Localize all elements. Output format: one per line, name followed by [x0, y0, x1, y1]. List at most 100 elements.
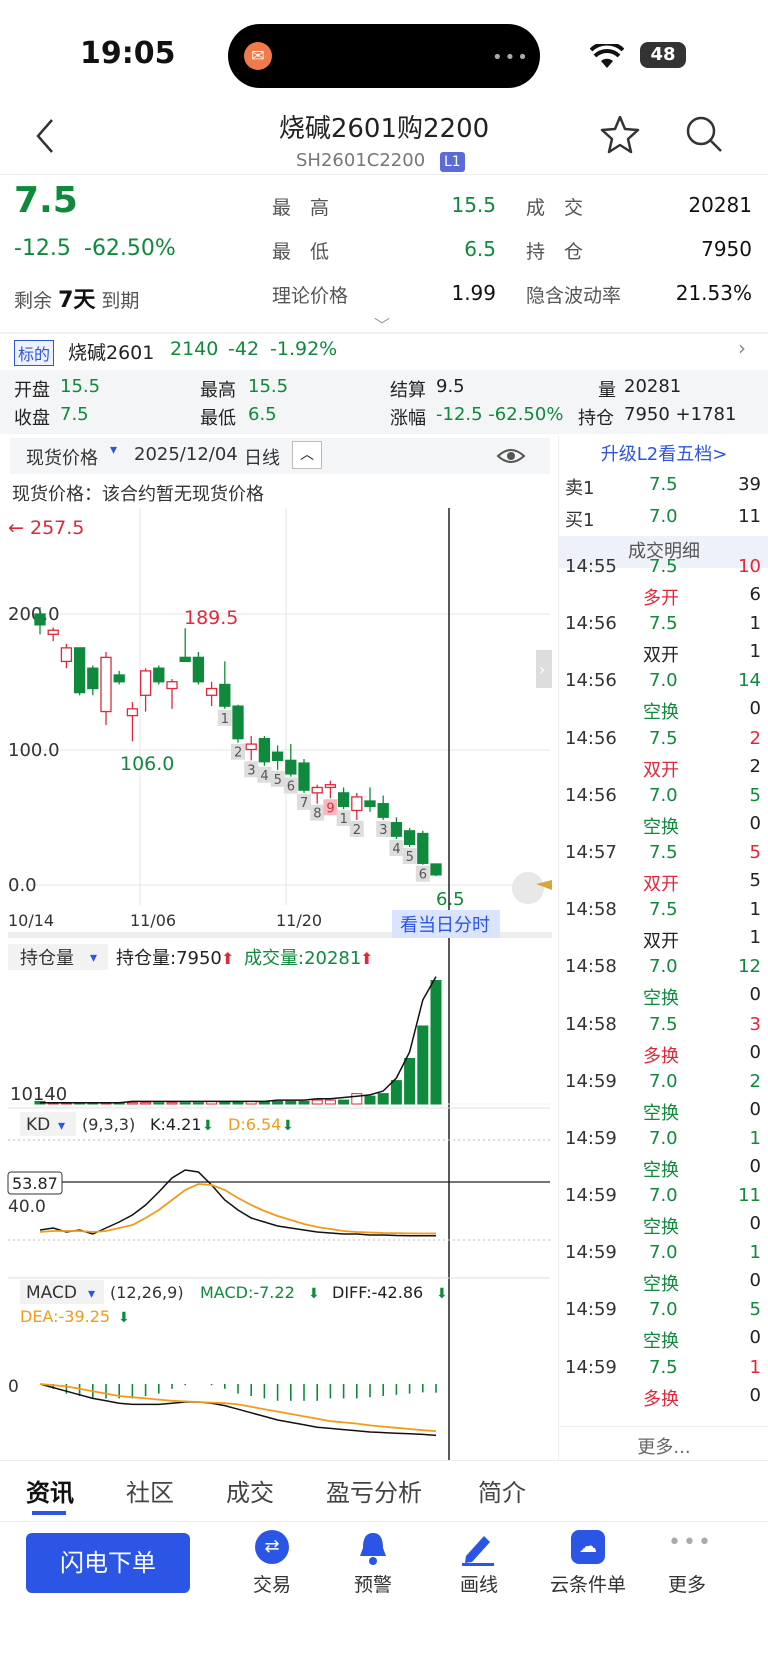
candle-body	[298, 762, 310, 791]
candle-body	[377, 803, 389, 818]
kd-d-line	[39, 1183, 437, 1235]
spot-select[interactable]: 现货价格	[26, 444, 98, 470]
bid-qty: 11	[738, 506, 761, 527]
trade-price: 7.5	[649, 841, 678, 863]
trade-time: 14:58	[565, 899, 617, 921]
page-title: 烧碱2601购2200	[278, 114, 490, 144]
more-trades-link[interactable]: 更多...	[559, 1426, 768, 1459]
upgrade-l2-link[interactable]: 升级L2看五档>	[559, 440, 768, 466]
trade-type: 双开	[643, 873, 679, 895]
y-tick-0: 0.0	[8, 875, 37, 896]
more-icon[interactable]: •••	[668, 1530, 713, 1555]
volume-bar	[430, 980, 442, 1105]
candle-body	[126, 708, 139, 717]
macd-params: (12,26,9)	[110, 1283, 184, 1302]
candle-body	[34, 613, 46, 626]
trade-qty: 1	[749, 899, 761, 921]
trade-list[interactable]: 14:55 7.5 10 多开 6 14:56 7.5 1 双开 1 14:56 7.0 14 空换 0 14…	[559, 554, 768, 1412]
draw-line-icon[interactable]	[460, 1530, 496, 1566]
candle-body	[179, 656, 191, 663]
low-value: 6.5	[464, 237, 496, 261]
stats-vol-value: 20281	[624, 376, 682, 397]
tab-community[interactable]: 社区	[126, 1473, 174, 1508]
nav-cloud-order[interactable]: ☁	[566, 1530, 610, 1564]
last-price: 7.5	[14, 180, 78, 221]
trade-price: 7.0	[649, 1070, 678, 1092]
y-tick-100: 100.0	[8, 740, 60, 761]
trade-type: 多开	[643, 588, 679, 609]
tab-intro[interactable]: 简介	[478, 1473, 526, 1508]
oi-select: 持仓量	[20, 948, 74, 969]
underlying-row[interactable]: 标的 烧碱2601 2140 -42 -1.92% ›	[0, 334, 768, 370]
zoom-icon[interactable]	[512, 872, 544, 904]
trade-qty: 1	[749, 1242, 761, 1264]
underlying-pct: -1.92%	[270, 338, 338, 360]
trade-row: 14:56 7.5 1 双开 1	[559, 611, 768, 668]
level-badge: L1	[440, 152, 465, 172]
kd-select: KD	[26, 1115, 50, 1135]
trade-row: 14:58 7.5 3 多换 0	[559, 1012, 768, 1069]
tab-news[interactable]: 资讯	[26, 1473, 74, 1508]
trade-time: 14:59	[565, 1127, 617, 1149]
seq-label: 4	[260, 769, 268, 784]
stats-panel: 开盘 15.5 最高 15.5 结算 9.5 量 20281 收盘 7.5 最低…	[0, 370, 768, 434]
x-tick-1: 10/14	[8, 911, 54, 930]
macd-chevron-icon: ▾	[88, 1286, 95, 1302]
x-tick-3: 11/20	[276, 911, 322, 930]
seq-label: 2	[234, 746, 242, 761]
tab-pnl[interactable]: 盈亏分析	[326, 1473, 422, 1508]
period-select[interactable]: 日线	[244, 444, 280, 470]
chevron-right-handle-icon: ›	[539, 660, 545, 679]
trade-row: 14:59 7.0 5 空换 0	[559, 1297, 768, 1354]
candle-body	[205, 687, 218, 696]
oi-up-arrow-icon: ⬆	[221, 949, 234, 968]
volume-bar	[272, 1100, 284, 1105]
top-marker-arrow-icon: ←	[8, 517, 24, 539]
trade-qty: 1	[749, 1127, 761, 1149]
chart-area[interactable]: ← 257.5 200.0 100.0 0.0 123 4 5 678 912 3456 …	[0, 500, 556, 1460]
seq-label: 1	[221, 712, 229, 727]
trade-type-qty: 0	[749, 1098, 761, 1120]
nav-trade[interactable]: ⇄	[250, 1530, 294, 1564]
collapse-up-icon[interactable]: ︿	[292, 441, 322, 469]
bell-icon[interactable]	[356, 1530, 390, 1566]
trade-time: 14:56	[565, 613, 617, 635]
eye-icon[interactable]	[496, 446, 526, 466]
trade-row: 14:59 7.0 1 空换 0	[559, 1126, 768, 1183]
tab-bar: 资讯 社区 成交 盈亏分析 简介	[0, 1460, 768, 1522]
kd-marker: 53.87	[12, 1174, 58, 1193]
seq-label: 2	[353, 823, 361, 838]
close-label: 收盘	[14, 408, 50, 429]
trade-time: 14:59	[565, 1299, 617, 1321]
candle-body	[73, 647, 86, 694]
trade-price: 7.0	[649, 1242, 678, 1264]
trade-qty: 2	[749, 1070, 761, 1092]
volume-bar	[324, 1099, 336, 1105]
trade-row: 14:57 7.5 5 双开 5	[559, 840, 768, 897]
low-price-label: 106.0	[120, 753, 174, 775]
kd-chevron-icon: ▾	[58, 1118, 65, 1134]
trade-time: 14:59	[565, 1185, 617, 1207]
candle-body	[430, 863, 442, 876]
oi-chevron-icon: ▾	[90, 950, 97, 966]
quick-order-button[interactable]: 闪电下单	[26, 1533, 190, 1593]
macd-tick: 0	[8, 1377, 19, 1397]
remain-prefix: 剩余	[14, 290, 53, 312]
stats-oi-label: 持仓	[578, 408, 614, 429]
d-down-arrow-icon: ⬇	[282, 1118, 294, 1134]
volume-bar	[311, 1099, 323, 1105]
trade-price: 7.0	[649, 784, 678, 806]
trade-type-qty: 0	[749, 1213, 761, 1235]
macd-value: MACD:-7.22	[200, 1283, 295, 1302]
seq-label: 5	[406, 850, 414, 865]
trade-row: 14:55 7.5 10 多开 6	[559, 554, 768, 611]
trade-time: 14:58	[565, 956, 617, 978]
trade-type: 多换	[643, 1388, 679, 1410]
trade-time: 14:59	[565, 1070, 617, 1092]
trade-price: 7.5	[649, 556, 678, 577]
candle-body	[113, 674, 125, 683]
tab-trades[interactable]: 成交	[226, 1473, 274, 1508]
open-value: 15.5	[60, 376, 101, 397]
stats-high-label: 最高	[200, 380, 236, 401]
stats-oi-value: 7950 +1781	[624, 404, 737, 425]
